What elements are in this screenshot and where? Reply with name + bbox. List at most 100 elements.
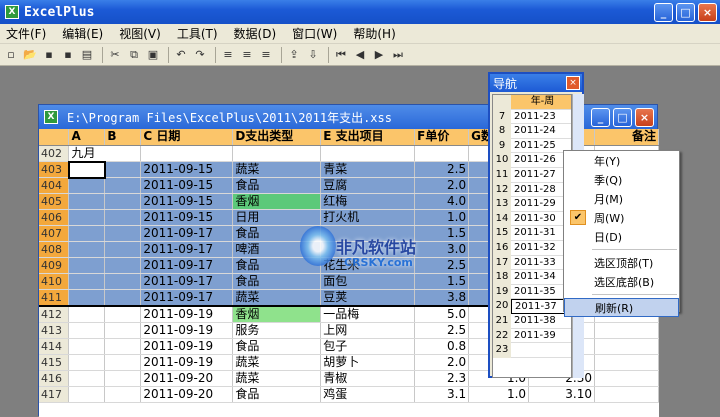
menu-item-quarter[interactable]: 季(Q) xyxy=(564,170,679,189)
cell[interactable]: 红梅 xyxy=(320,193,416,210)
row-number[interactable]: 412 xyxy=(39,306,70,323)
align-left-icon[interactable]: ≡ xyxy=(220,47,236,63)
cell[interactable] xyxy=(232,145,322,162)
cell[interactable] xyxy=(68,225,106,242)
cell[interactable] xyxy=(594,322,659,339)
cell[interactable] xyxy=(594,338,659,355)
cell[interactable]: 5.0 xyxy=(414,306,470,323)
cell[interactable] xyxy=(68,257,106,274)
row-number[interactable]: 414 xyxy=(39,338,70,355)
list-item[interactable]: 16 2011-32 xyxy=(493,240,571,256)
save-all-icon[interactable]: ▪ xyxy=(60,47,76,63)
menu-item-refresh[interactable]: 刷新(R) xyxy=(564,298,679,317)
row-number[interactable]: 415 xyxy=(39,354,70,371)
cell[interactable] xyxy=(104,209,142,226)
cell[interactable]: 3.1 xyxy=(414,386,470,403)
align-center-icon[interactable]: ≡ xyxy=(239,47,255,63)
cell[interactable]: 2.3 xyxy=(414,370,470,387)
cell[interactable] xyxy=(594,386,659,403)
cell[interactable]: 2011-09-15 xyxy=(140,209,234,226)
cell[interactable]: 上网 xyxy=(320,322,416,339)
cell[interactable]: 青椒 xyxy=(320,370,416,387)
row-number[interactable]: 408 xyxy=(39,241,70,258)
row-number[interactable]: 410 xyxy=(39,273,70,290)
col-header-c[interactable]: C 日期 xyxy=(140,129,234,146)
cell[interactable]: 2011-09-20 xyxy=(140,370,234,387)
menu-edit[interactable]: 编辑(E) xyxy=(62,25,103,42)
list-item-selected[interactable]: 20 2011-37 xyxy=(493,299,571,314)
redo-icon[interactable]: ↷ xyxy=(192,47,208,63)
col-header-e[interactable]: E 支出项目 xyxy=(320,129,416,146)
cell[interactable]: 2011-09-19 xyxy=(140,306,234,323)
cell[interactable]: 花生米 xyxy=(320,257,416,274)
cell[interactable] xyxy=(104,161,142,178)
cell[interactable]: 胡萝卜 xyxy=(320,354,416,371)
list-item[interactable]: 18 2011-34 xyxy=(493,270,571,285)
cell[interactable]: 蔬菜 xyxy=(232,289,322,307)
menu-item-selection-top[interactable]: 选区顶部(T) xyxy=(564,253,679,272)
list-item[interactable]: 21 2011-38 xyxy=(493,313,571,329)
cell[interactable]: 服务 xyxy=(232,322,322,339)
col-header-f[interactable]: F单价 xyxy=(414,129,470,146)
prev-icon[interactable]: ◀ xyxy=(352,47,368,63)
undo-icon[interactable]: ↶ xyxy=(173,47,189,63)
cell[interactable]: 2.0 xyxy=(414,354,470,371)
col-header-d[interactable]: D支出类型 xyxy=(232,129,322,146)
cell[interactable]: 3.10 xyxy=(528,386,595,403)
align-right-icon[interactable]: ≡ xyxy=(258,47,274,63)
cell[interactable]: 2.5 xyxy=(414,161,470,178)
cell[interactable]: 食品 xyxy=(232,225,322,242)
list-item[interactable]: 15 2011-31 xyxy=(493,226,571,241)
cell[interactable]: 2.5 xyxy=(414,257,470,274)
close-button[interactable]: × xyxy=(698,2,717,22)
list-item[interactable]: 13 2011-29 xyxy=(493,197,571,212)
menu-data[interactable]: 数据(D) xyxy=(234,25,277,42)
cell[interactable]: 食品 xyxy=(232,273,322,290)
menu-help[interactable]: 帮助(H) xyxy=(353,25,395,42)
new-icon[interactable]: ▫ xyxy=(3,47,19,63)
cell[interactable] xyxy=(68,209,106,226)
row-number[interactable]: 411 xyxy=(39,289,70,307)
cell[interactable]: 包子 xyxy=(320,338,416,355)
cell[interactable] xyxy=(104,370,142,387)
cell[interactable] xyxy=(104,241,142,258)
row-number[interactable]: 416 xyxy=(39,370,70,387)
cell[interactable]: 食品 xyxy=(232,338,322,355)
row-number[interactable]: 409 xyxy=(39,257,70,274)
row-number[interactable]: 417 xyxy=(39,386,70,403)
cell[interactable] xyxy=(68,338,106,355)
export-icon[interactable]: ⇪ xyxy=(286,47,302,63)
cell[interactable]: 香烟 xyxy=(232,306,322,323)
menu-item-day[interactable]: 日(D) xyxy=(564,227,679,246)
cell[interactable]: 食品 xyxy=(232,177,322,194)
cell[interactable] xyxy=(594,354,659,371)
cell[interactable] xyxy=(68,306,106,323)
cell[interactable]: 2011-09-17 xyxy=(140,273,234,290)
cell[interactable]: 香烟 xyxy=(232,193,322,210)
cell[interactable] xyxy=(68,273,106,290)
cell[interactable]: 2011-09-17 xyxy=(140,289,234,307)
cell[interactable] xyxy=(104,338,142,355)
cell[interactable] xyxy=(140,145,234,162)
row-number[interactable]: 404 xyxy=(39,177,70,194)
cell[interactable] xyxy=(104,257,142,274)
list-item[interactable]: 7 2011-23 xyxy=(493,109,571,125)
row-number[interactable]: 403 xyxy=(39,161,70,178)
cell[interactable]: 2011-09-19 xyxy=(140,322,234,339)
cell[interactable] xyxy=(68,322,106,339)
cell[interactable]: 2011-09-19 xyxy=(140,338,234,355)
menu-file[interactable]: 文件(F) xyxy=(6,25,46,42)
menu-view[interactable]: 视图(V) xyxy=(119,25,161,42)
cell[interactable] xyxy=(68,354,106,371)
row-number[interactable]: 406 xyxy=(39,209,70,226)
cell[interactable] xyxy=(104,289,142,307)
cell[interactable] xyxy=(104,322,142,339)
cell[interactable]: 打火机 xyxy=(320,209,416,226)
doc-minimize-button[interactable]: _ xyxy=(591,107,610,127)
cell[interactable]: 1.5 xyxy=(414,273,470,290)
navigator-close-icon[interactable]: × xyxy=(566,76,580,90)
cell[interactable]: 面包 xyxy=(320,273,416,290)
corner-cell[interactable] xyxy=(39,129,70,146)
maximize-button[interactable]: □ xyxy=(676,2,695,22)
cell[interactable] xyxy=(68,177,106,194)
